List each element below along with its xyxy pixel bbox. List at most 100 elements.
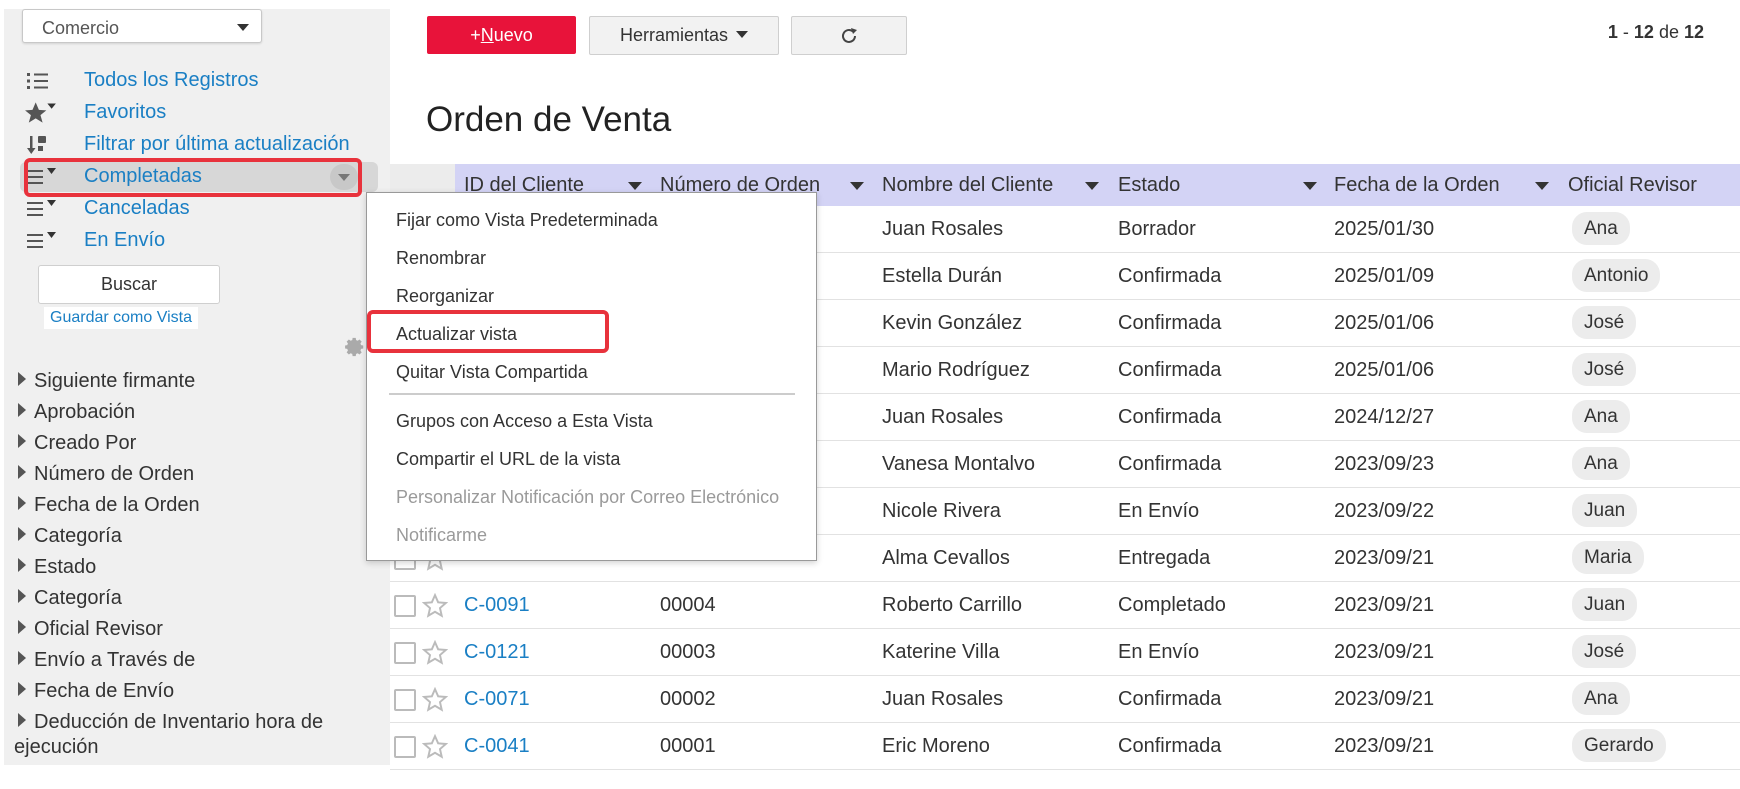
- filter-estado[interactable]: Estado: [18, 556, 96, 579]
- tools-dropdown-button[interactable]: Herramientas: [589, 16, 779, 55]
- refresh-button[interactable]: [791, 16, 907, 55]
- sort-caret-icon[interactable]: [628, 182, 642, 190]
- app-select-value: Comercio: [42, 18, 120, 38]
- highlight-outline: [367, 310, 609, 353]
- customer-id-link[interactable]: C-0071: [464, 688, 530, 711]
- sidebar-view-ultima-actualizacion[interactable]: Filtrar por última actualización: [20, 130, 360, 160]
- sort-caret-icon[interactable]: [1303, 182, 1317, 190]
- table-row[interactable]: C-0091 00004 Roberto Carrillo Completado 202…: [390, 582, 1740, 629]
- filter-creado-por[interactable]: Creado Por: [18, 432, 136, 455]
- menu-item-set-default[interactable]: Fijar como Vista Predeterminada: [396, 210, 658, 231]
- customer-id-link[interactable]: C-0091: [464, 594, 530, 617]
- reviewer-badge: Antonio: [1572, 259, 1661, 292]
- save-as-view-link[interactable]: Guardar como Vista: [44, 307, 198, 329]
- star-icon[interactable]: [422, 593, 448, 619]
- sidebar-view-favoritos[interactable]: Favoritos: [20, 98, 360, 128]
- table-row[interactable]: C-0041 00001 Eric Moreno Confirmada 2023/09/…: [390, 723, 1740, 770]
- row-checkbox[interactable]: [394, 736, 416, 758]
- order-status: En Envío: [1118, 500, 1200, 522]
- customer-name: Estella Durán: [882, 265, 1003, 287]
- menu-separator: [389, 393, 795, 395]
- sidebar-view-todos[interactable]: Todos los Registros: [20, 66, 360, 96]
- menu-item-reorganize[interactable]: Reorganizar: [396, 286, 494, 307]
- menu-item-rename[interactable]: Renombrar: [396, 248, 486, 269]
- order-number: 00001: [660, 735, 716, 757]
- menu-item-groups-access[interactable]: Grupos con Acceso a Esta Vista: [396, 411, 653, 432]
- order-status: Entregada: [1118, 547, 1211, 569]
- star-icon[interactable]: [422, 734, 448, 760]
- sort-updated-icon: [27, 136, 46, 154]
- customer-id-link[interactable]: C-0041: [464, 735, 530, 758]
- filter-fecha-envio[interactable]: Fecha de Envío: [18, 680, 174, 703]
- caret-right-icon: [18, 682, 26, 696]
- caret-right-icon: [18, 713, 26, 727]
- highlight-outline: [24, 158, 362, 197]
- new-record-button[interactable]: +Nuevo: [427, 16, 576, 54]
- filter-categoria-2[interactable]: Categoría: [18, 587, 122, 610]
- chevron-down-icon: [237, 24, 249, 31]
- column-header-fecha-orden[interactable]: Fecha de la Orden: [1334, 174, 1500, 197]
- caret-right-icon: [18, 372, 26, 386]
- order-date: 2023/09/21: [1334, 641, 1435, 663]
- filter-categoria[interactable]: Categoría: [18, 525, 122, 548]
- column-header-oficial-revisor[interactable]: Oficial Revisor: [1568, 174, 1697, 197]
- search-button[interactable]: Buscar: [38, 265, 220, 304]
- filter-aprobacion[interactable]: Aprobación: [18, 401, 135, 424]
- row-checkbox[interactable]: [394, 595, 416, 617]
- caret-right-icon: [18, 527, 26, 541]
- caret-right-icon: [18, 558, 26, 572]
- order-date: 2024/12/27: [1334, 406, 1435, 428]
- order-status: Confirmada: [1118, 265, 1222, 287]
- filter-oficial-revisor[interactable]: Oficial Revisor: [18, 618, 163, 641]
- filter-deduccion-inventario-cont: ejecución: [14, 736, 99, 758]
- table-row[interactable]: C-0071 00002 Juan Rosales Confirmada 2023/09…: [390, 676, 1740, 723]
- gear-icon[interactable]: [344, 336, 366, 358]
- column-header-estado[interactable]: Estado: [1118, 174, 1180, 197]
- caret-right-icon: [18, 434, 26, 448]
- customer-name: Kevin González: [882, 312, 1023, 334]
- customer-name: Katerine Villa: [882, 641, 1000, 663]
- menu-item-share-url[interactable]: Compartir el URL de la vista: [396, 449, 620, 470]
- customer-name: Juan Rosales: [882, 688, 1004, 710]
- customer-name: Juan Rosales: [882, 218, 1004, 240]
- order-date: 2023/09/22: [1334, 500, 1435, 522]
- order-number: 00004: [660, 594, 716, 616]
- star-icon[interactable]: [422, 687, 448, 713]
- reviewer-badge: Gerardo: [1572, 729, 1666, 762]
- filter-deduccion-inventario[interactable]: Deducción de Inventario hora de: [18, 711, 323, 734]
- star-filter-icon: [25, 102, 56, 123]
- row-checkbox[interactable]: [394, 642, 416, 664]
- order-date: 2023/09/21: [1334, 547, 1435, 569]
- reviewer-badge: Ana: [1572, 212, 1630, 245]
- caret-right-icon: [18, 465, 26, 479]
- order-date: 2025/01/06: [1334, 312, 1435, 334]
- order-date: 2025/01/06: [1334, 359, 1435, 381]
- order-status: Confirmada: [1118, 359, 1222, 381]
- order-date: 2023/09/21: [1334, 735, 1435, 757]
- sidebar-view-label: En Envío: [84, 229, 166, 251]
- app-select[interactable]: Comercio: [22, 9, 262, 43]
- sort-caret-icon[interactable]: [1535, 182, 1549, 190]
- sort-caret-icon[interactable]: [850, 182, 864, 190]
- order-date: 2023/09/21: [1334, 594, 1435, 616]
- sort-caret-icon[interactable]: [1085, 182, 1099, 190]
- table-row[interactable]: C-0121 00003 Katerine Villa En Envío 2023/09…: [390, 629, 1740, 676]
- column-header-nombre-cliente[interactable]: Nombre del Cliente: [882, 174, 1053, 197]
- sidebar-view-canceladas[interactable]: Canceladas: [20, 194, 360, 224]
- order-status: Completado: [1118, 594, 1226, 616]
- customer-id-link[interactable]: C-0121: [464, 641, 530, 664]
- list-icon: [27, 73, 48, 89]
- menu-item-remove-shared[interactable]: Quitar Vista Compartida: [396, 362, 588, 383]
- sidebar-view-en-envio[interactable]: En Envío: [20, 226, 360, 256]
- sidebar-view-label: Filtrar por última actualización: [84, 133, 350, 155]
- filter-siguiente-firmante[interactable]: Siguiente firmante: [18, 370, 195, 393]
- chevron-down-icon: [736, 31, 749, 38]
- filter-fecha-orden[interactable]: Fecha de la Orden: [18, 494, 200, 517]
- reviewer-badge: Juan: [1572, 588, 1638, 621]
- star-icon[interactable]: [422, 640, 448, 666]
- filter-numero-orden[interactable]: Número de Orden: [18, 463, 194, 486]
- filter-envio-a-traves[interactable]: Envío a Través de: [18, 649, 195, 672]
- pagination-info: 1 - 12 de 12: [1607, 22, 1704, 42]
- row-checkbox[interactable]: [394, 689, 416, 711]
- customer-name: Juan Rosales: [882, 406, 1004, 428]
